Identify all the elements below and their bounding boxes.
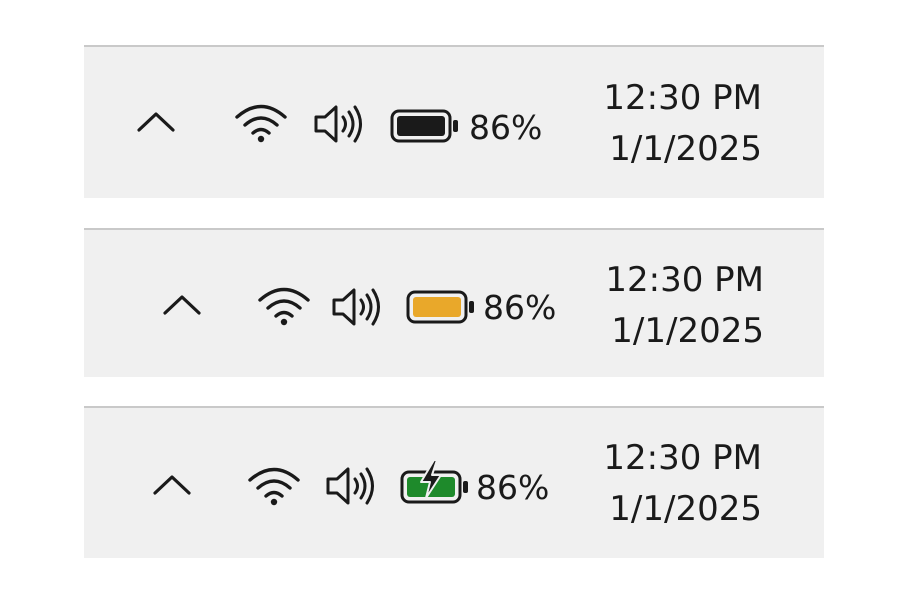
clock-time: 12:30 PM (603, 78, 762, 118)
wifi-icon[interactable] (233, 100, 289, 144)
system-tray: 86% 12:30 PM 1/1/2025 (84, 45, 824, 198)
clock-time: 12:30 PM (605, 260, 764, 300)
clock[interactable]: 12:30 PM 1/1/2025 (582, 73, 762, 175)
battery-percentage: 86% (476, 468, 550, 507)
chevron-up-icon[interactable] (152, 472, 192, 496)
clock[interactable]: 12:30 PM 1/1/2025 (584, 255, 764, 357)
speaker-icon[interactable] (330, 285, 388, 329)
clock-date: 1/1/2025 (609, 489, 762, 529)
speaker-icon[interactable] (324, 464, 382, 508)
taskbar-tray-variants: 86% 12:30 PM 1/1/2025 86% 12:30 PM 1/1/2… (0, 0, 900, 600)
clock-date: 1/1/2025 (611, 311, 764, 351)
battery-percentage: 86% (469, 108, 543, 147)
battery-percentage: 86% (483, 288, 557, 327)
battery-fill (413, 297, 461, 317)
speaker-icon[interactable] (312, 102, 370, 146)
battery-icon[interactable] (406, 290, 476, 324)
system-tray: 86% 12:30 PM 1/1/2025 (84, 406, 824, 558)
clock-time: 12:30 PM (603, 438, 762, 478)
clock[interactable]: 12:30 PM 1/1/2025 (582, 433, 762, 535)
chevron-up-icon[interactable] (162, 292, 202, 316)
system-tray: 86% 12:30 PM 1/1/2025 (84, 228, 824, 377)
chevron-up-icon[interactable] (136, 109, 176, 133)
wifi-icon[interactable] (246, 463, 302, 507)
wifi-icon[interactable] (256, 283, 312, 327)
battery-fill (397, 116, 445, 136)
clock-date: 1/1/2025 (609, 129, 762, 169)
battery-icon[interactable] (400, 458, 470, 504)
battery-icon[interactable] (390, 109, 460, 143)
